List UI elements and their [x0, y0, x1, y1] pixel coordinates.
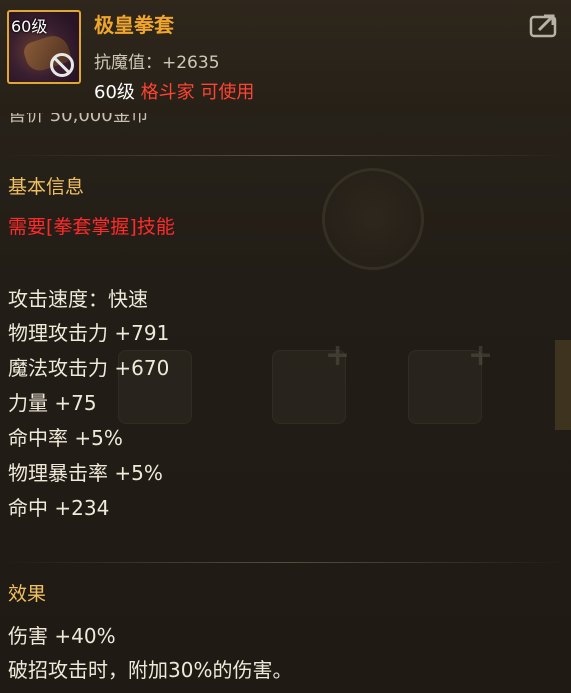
basic-info-title: 基本信息 — [8, 176, 85, 198]
item-icon[interactable]: 60级 — [7, 10, 81, 84]
magic-attack-stat: 魔法攻击力 +670 — [8, 356, 170, 380]
background-plus-icon: + — [468, 338, 494, 373]
share-icon — [529, 14, 557, 38]
physical-crit-stat: 物理暴击率 +5% — [8, 461, 163, 485]
tooltip-header: 60级 极皇拳套 抗魔值：+2635 60级 格斗家 可使用 — [0, 0, 571, 114]
background-plus-icon: + — [325, 338, 351, 373]
required-level: 60级 — [94, 82, 135, 103]
effect-title: 效果 — [8, 583, 47, 605]
prohibited-icon — [50, 53, 74, 77]
background-emblem-icon — [322, 168, 424, 270]
attack-speed-stat: 攻击速度：快速 — [8, 287, 148, 311]
background-edge — [555, 340, 571, 430]
physical-attack-stat: 物理攻击力 +791 — [8, 321, 170, 345]
divider — [0, 155, 571, 156]
item-name: 极皇拳套 — [94, 13, 174, 37]
item-price-partial: 售价 50,000金币 — [8, 113, 149, 125]
skill-requirement: 需要[拳套掌握]技能 — [8, 216, 175, 238]
item-tooltip-panel: + + 60级 极皇拳套 抗魔值：+2635 60级 格斗家 可使用 售价 50… — [0, 0, 571, 693]
share-button[interactable] — [529, 12, 559, 38]
strength-stat: 力量 +75 — [8, 391, 97, 415]
effect-damage-line: 伤害 +40% — [8, 624, 116, 648]
hit-stat: 命中 +234 — [8, 496, 110, 520]
item-requirement: 60级 格斗家 可使用 — [94, 78, 254, 104]
hit-rate-stat: 命中率 +5% — [8, 426, 123, 450]
divider — [0, 562, 571, 563]
item-level-badge: 60级 — [11, 17, 48, 36]
item-main-stat: 抗魔值：+2635 — [94, 53, 220, 73]
effect-counter-line: 破招攻击时，附加30%的伤害。 — [8, 658, 293, 682]
required-class: 格斗家 可使用 — [140, 82, 255, 103]
